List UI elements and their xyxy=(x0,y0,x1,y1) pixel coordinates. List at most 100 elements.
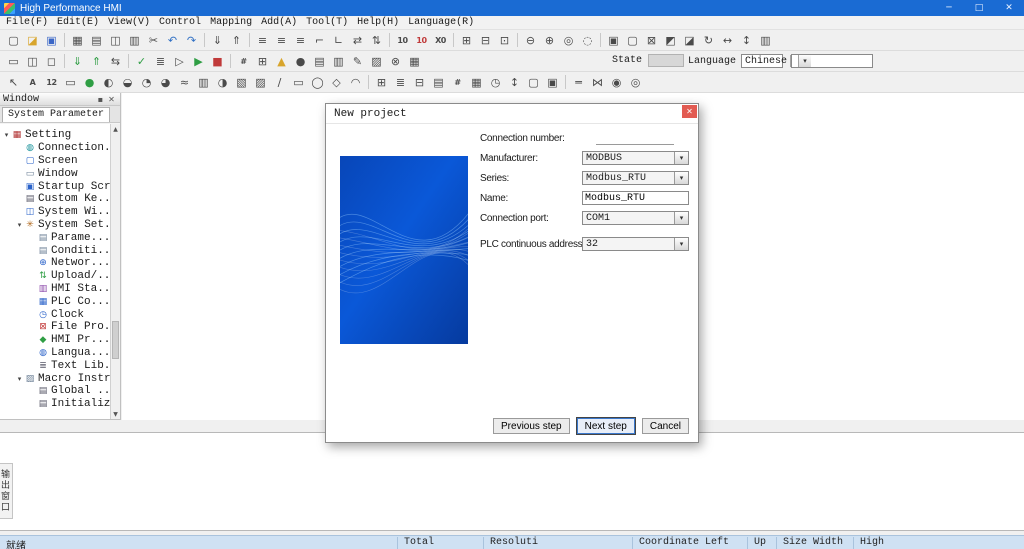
save-icon[interactable]: ▣ xyxy=(43,32,60,49)
groupbox-widget-icon[interactable]: ▣ xyxy=(544,74,561,91)
align-top-icon[interactable]: ⌐ xyxy=(311,32,328,49)
compile-icon[interactable]: ✓ xyxy=(133,53,150,70)
tree-item-text-lib[interactable]: ≣Text Lib... xyxy=(0,359,110,372)
text-widget-icon[interactable]: A xyxy=(24,74,41,91)
report-icon[interactable]: ▦ xyxy=(406,53,423,70)
device-monitor-icon[interactable]: ◻ xyxy=(43,53,60,70)
distribute-vertical-icon[interactable]: ⇅ xyxy=(368,32,385,49)
close-button[interactable]: ✕ xyxy=(994,0,1024,16)
upload-from-device-icon[interactable]: ⇑ xyxy=(88,53,105,70)
usb-transfer-icon[interactable]: ⇆ xyxy=(107,53,124,70)
tree-item-connection[interactable]: ◍Connection... xyxy=(0,142,110,155)
redo-icon[interactable]: ↷ xyxy=(183,32,200,49)
frame-widget-icon[interactable]: ▢ xyxy=(525,74,542,91)
recipe-icon[interactable]: ▤ xyxy=(311,53,328,70)
menu-help[interactable]: Help(H) xyxy=(357,17,399,28)
state-select[interactable] xyxy=(648,54,684,67)
output-panel-tab[interactable]: 输出窗口 xyxy=(0,463,13,519)
distribute-horizontal-icon[interactable]: ⇄ xyxy=(349,32,366,49)
menu-edit[interactable]: Edit(E) xyxy=(57,17,99,28)
calendar-widget-icon[interactable]: ▦ xyxy=(468,74,485,91)
keypad-widget-icon[interactable]: # xyxy=(449,74,466,91)
copy-icon[interactable]: ◫ xyxy=(107,32,124,49)
undo-icon[interactable]: ↶ xyxy=(164,32,181,49)
bring-to-front-icon[interactable]: ◩ xyxy=(662,32,679,49)
scrollbar-widget-icon[interactable]: ↕ xyxy=(506,74,523,91)
tag-decimal-alt-icon[interactable]: 10 xyxy=(413,32,430,49)
alarm-settings-icon[interactable]: ▲ xyxy=(273,53,290,70)
menu-add[interactable]: Add(A) xyxy=(261,17,297,28)
scroll-thumb[interactable] xyxy=(112,321,119,359)
name-input[interactable] xyxy=(582,191,689,205)
menu-mapping[interactable]: Mapping xyxy=(210,17,252,28)
meter-widget-icon[interactable]: ◔ xyxy=(138,74,155,91)
zoom-fit-icon[interactable]: ◎ xyxy=(560,32,577,49)
tree-item-screen[interactable]: ▢Screen xyxy=(0,155,110,168)
properties-icon[interactable]: ▥ xyxy=(757,32,774,49)
language-secondary-select[interactable]: ▾ xyxy=(791,54,873,68)
security-icon[interactable]: ⊗ xyxy=(387,53,404,70)
tab-system-parameter[interactable]: System Parameter xyxy=(2,107,110,122)
plc-continuous-address-in-select[interactable]: 32▾ xyxy=(582,237,689,251)
gif-widget-icon[interactable]: ▨ xyxy=(252,74,269,91)
stop-icon[interactable]: ■ xyxy=(209,53,226,70)
print-icon[interactable]: ▤ xyxy=(88,32,105,49)
merge-cells-icon[interactable]: ⊡ xyxy=(496,32,513,49)
clock-widget-icon[interactable]: ◷ xyxy=(487,74,504,91)
menu-tool[interactable]: Tool(T) xyxy=(306,17,348,28)
tree-item-conditi[interactable]: ▤Conditi... xyxy=(0,244,110,257)
list-widget-icon[interactable]: ≣ xyxy=(392,74,409,91)
insert-row-icon[interactable]: ⊞ xyxy=(458,32,475,49)
align-left-icon[interactable]: ≡ xyxy=(254,32,271,49)
button-widget-icon[interactable]: ▭ xyxy=(62,74,79,91)
lamp-widget-icon[interactable]: ● xyxy=(81,74,98,91)
pump-widget-icon[interactable]: ◉ xyxy=(608,74,625,91)
bar-chart-icon[interactable]: ▥ xyxy=(195,74,212,91)
scroll-track[interactable] xyxy=(111,134,120,409)
delete-row-icon[interactable]: ⊟ xyxy=(477,32,494,49)
tree-scrollbar[interactable]: ▲ ▼ xyxy=(110,124,120,419)
expander-icon[interactable]: ▾ xyxy=(15,221,24,229)
arc-tool-icon[interactable]: ◠ xyxy=(347,74,364,91)
tree-item-file-pro[interactable]: ⊠File Pro... xyxy=(0,321,110,334)
switch-widget-icon[interactable]: ◐ xyxy=(100,74,117,91)
tree-item-startup-scr[interactable]: ▣Startup Scr... xyxy=(0,180,110,193)
tree-item-macro-instr[interactable]: ▾▨Macro Instr... xyxy=(0,372,110,385)
tree-item-system-wi[interactable]: ◫System Wi... xyxy=(0,206,110,219)
new-file-icon[interactable]: ▢ xyxy=(5,32,22,49)
combo-widget-icon[interactable]: ⊟ xyxy=(411,74,428,91)
lock-icon[interactable]: ⊠ xyxy=(643,32,660,49)
download-to-device-icon[interactable]: ⇓ xyxy=(69,53,86,70)
expander-icon[interactable]: ▾ xyxy=(15,375,24,383)
tree-item-hmi-pr[interactable]: ◆HMI Pr... xyxy=(0,334,110,347)
rectangle-tool-icon[interactable]: ▭ xyxy=(290,74,307,91)
pie-chart-icon[interactable]: ◑ xyxy=(214,74,231,91)
move-down-icon[interactable]: ⇓ xyxy=(209,32,226,49)
ellipse-tool-icon[interactable]: ◯ xyxy=(309,74,326,91)
tree-item-clock[interactable]: ◷Clock xyxy=(0,308,110,321)
menu-file[interactable]: File(F) xyxy=(6,17,48,28)
tree-item-custom-ke[interactable]: ▤Custom Ke... xyxy=(0,193,110,206)
align-bottom-icon[interactable]: ∟ xyxy=(330,32,347,49)
minimize-button[interactable]: ─ xyxy=(934,0,964,16)
pipe-widget-icon[interactable]: ═ xyxy=(570,74,587,91)
valve-widget-icon[interactable]: ⋈ xyxy=(589,74,606,91)
paste-icon[interactable]: ▥ xyxy=(126,32,143,49)
zoom-out-icon[interactable]: ⊖ xyxy=(522,32,539,49)
tree-item-hmi-sta[interactable]: ▥HMI Sta... xyxy=(0,283,110,296)
macro-editor-icon[interactable]: ▨ xyxy=(368,53,385,70)
select-tool-icon[interactable]: ↖ xyxy=(5,74,22,91)
menu-control[interactable]: Control xyxy=(159,17,201,28)
tree-item-window[interactable]: ▭Window xyxy=(0,167,110,180)
zoom-in-icon[interactable]: ⊕ xyxy=(541,32,558,49)
online-simulation-icon[interactable]: ▶ xyxy=(190,53,207,70)
tree-item-networ[interactable]: ⊕Networ... xyxy=(0,257,110,270)
event-log-icon[interactable]: ● xyxy=(292,53,309,70)
slider-widget-icon[interactable]: ◒ xyxy=(119,74,136,91)
next-step-button[interactable]: Next step xyxy=(577,418,635,434)
ungroup-icon[interactable]: ▢ xyxy=(624,32,641,49)
expander-icon[interactable]: ▾ xyxy=(2,131,11,139)
grid-view-icon[interactable]: ▦ xyxy=(69,32,86,49)
address-table-icon[interactable]: ⊞ xyxy=(254,53,271,70)
gauge-widget-icon[interactable]: ◕ xyxy=(157,74,174,91)
